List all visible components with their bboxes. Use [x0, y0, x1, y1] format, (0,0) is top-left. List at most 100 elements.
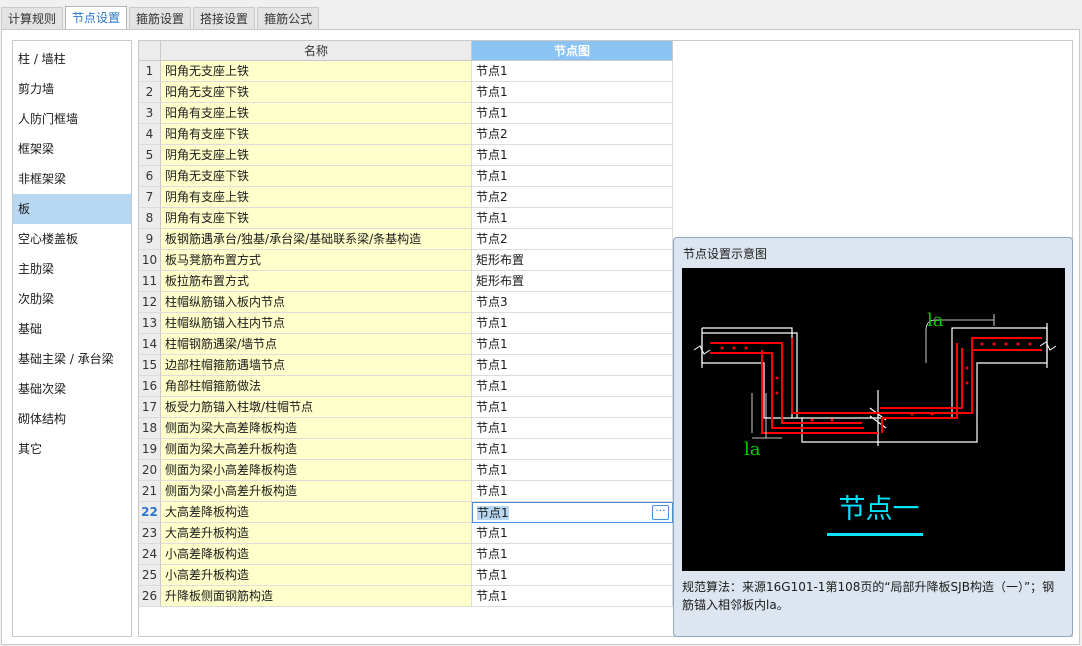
row-node-cell[interactable]: 节点1: [472, 61, 673, 82]
row-node-cell[interactable]: 节点1 ···: [472, 502, 673, 523]
sidebar-item[interactable]: 非框架梁: [13, 164, 131, 194]
row-name-cell[interactable]: 大高差升板构造: [161, 523, 472, 544]
row-number[interactable]: 20: [139, 460, 161, 481]
row-number[interactable]: 19: [139, 439, 161, 460]
row-node-cell[interactable]: 节点1: [472, 334, 673, 355]
table-row[interactable]: 10 板马凳筋布置方式 矩形布置: [139, 250, 673, 271]
row-name-cell[interactable]: 阳角无支座下铁: [161, 82, 472, 103]
sidebar-item[interactable]: 人防门框墙: [13, 104, 131, 134]
table-row[interactable]: 2 阳角无支座下铁 节点1: [139, 82, 673, 103]
row-name-cell[interactable]: 阳角有支座下铁: [161, 124, 472, 145]
table-row[interactable]: 13 柱帽纵筋锚入柱内节点 节点1: [139, 313, 673, 334]
row-node-cell[interactable]: 矩形布置: [472, 250, 673, 271]
row-name-cell[interactable]: 阳角无支座上铁: [161, 61, 472, 82]
tab-calc-rules[interactable]: 计算规则: [1, 7, 64, 30]
row-number[interactable]: 2: [139, 82, 161, 103]
sidebar-item[interactable]: 次肋梁: [13, 284, 131, 314]
row-number[interactable]: 10: [139, 250, 161, 271]
row-name-cell[interactable]: 阴角有支座上铁: [161, 187, 472, 208]
row-number[interactable]: 22: [139, 502, 161, 523]
table-row[interactable]: 5 阴角无支座上铁 节点1: [139, 145, 673, 166]
row-name-cell[interactable]: 侧面为梁大高差降板构造: [161, 418, 472, 439]
table-row[interactable]: 15 边部柱帽箍筋遇墙节点 节点1: [139, 355, 673, 376]
row-number[interactable]: 4: [139, 124, 161, 145]
row-node-cell[interactable]: 矩形布置: [472, 271, 673, 292]
row-number[interactable]: 17: [139, 397, 161, 418]
row-name-cell[interactable]: 阴角有支座下铁: [161, 208, 472, 229]
row-node-cell[interactable]: 节点2: [472, 187, 673, 208]
row-name-cell[interactable]: 板受力筋锚入柱墩/柱帽节点: [161, 397, 472, 418]
row-node-cell[interactable]: 节点1: [472, 481, 673, 502]
row-node-cell[interactable]: 节点1: [472, 145, 673, 166]
table-row[interactable]: 19 侧面为梁大高差升板构造 节点1: [139, 439, 673, 460]
sidebar-item[interactable]: 板: [13, 194, 131, 224]
sidebar-item[interactable]: 剪力墙: [13, 74, 131, 104]
row-name-cell[interactable]: 柱帽钢筋遇梁/墙节点: [161, 334, 472, 355]
row-name-cell[interactable]: 柱帽纵筋锚入柱内节点: [161, 313, 472, 334]
row-name-cell[interactable]: 板马凳筋布置方式: [161, 250, 472, 271]
table-row[interactable]: 16 角部柱帽箍筋做法 节点1: [139, 376, 673, 397]
row-name-cell[interactable]: 侧面为梁大高差升板构造: [161, 439, 472, 460]
table-row[interactable]: 8 阴角有支座下铁 节点1: [139, 208, 673, 229]
table-row[interactable]: 18 侧面为梁大高差降板构造 节点1: [139, 418, 673, 439]
table-row[interactable]: 3 阳角有支座上铁 节点1: [139, 103, 673, 124]
row-name-cell[interactable]: 侧面为梁小高差升板构造: [161, 481, 472, 502]
node-cell-editor-text[interactable]: 节点1: [477, 506, 509, 520]
table-row[interactable]: 20 侧面为梁小高差降板构造 节点1: [139, 460, 673, 481]
tab-stirrup-formula[interactable]: 箍筋公式: [257, 7, 320, 30]
table-row[interactable]: 17 板受力筋锚入柱墩/柱帽节点 节点1: [139, 397, 673, 418]
row-node-cell[interactable]: 节点1: [472, 376, 673, 397]
sidebar-item[interactable]: 柱 / 墙柱: [13, 44, 131, 74]
sidebar-item[interactable]: 框架梁: [13, 134, 131, 164]
table-row[interactable]: 21 侧面为梁小高差升板构造 节点1: [139, 481, 673, 502]
row-node-cell[interactable]: 节点1: [472, 544, 673, 565]
row-name-cell[interactable]: 阴角无支座下铁: [161, 166, 472, 187]
sidebar-item[interactable]: 基础次梁: [13, 374, 131, 404]
row-node-cell[interactable]: 节点1: [472, 208, 673, 229]
tab-lap-settings[interactable]: 搭接设置: [193, 7, 256, 30]
table-row[interactable]: 7 阴角有支座上铁 节点2: [139, 187, 673, 208]
table-row[interactable]: 25 小高差升板构造 节点1: [139, 565, 673, 586]
row-node-cell[interactable]: 节点1: [472, 586, 673, 607]
sidebar-item[interactable]: 空心楼盖板: [13, 224, 131, 254]
row-number[interactable]: 5: [139, 145, 161, 166]
row-number[interactable]: 26: [139, 586, 161, 607]
row-node-cell[interactable]: 节点1: [472, 355, 673, 376]
row-number[interactable]: 25: [139, 565, 161, 586]
sidebar-item[interactable]: 主肋梁: [13, 254, 131, 284]
sidebar-item[interactable]: 基础主梁 / 承台梁: [13, 344, 131, 374]
row-number[interactable]: 9: [139, 229, 161, 250]
table-row[interactable]: 11 板拉筋布置方式 矩形布置: [139, 271, 673, 292]
tab-stirrup-settings[interactable]: 箍筋设置: [129, 7, 192, 30]
table-row[interactable]: 22 大高差降板构造 节点1 ···: [139, 502, 673, 523]
column-header-node[interactable]: 节点图: [472, 41, 673, 61]
row-number[interactable]: 13: [139, 313, 161, 334]
tab-node-settings[interactable]: 节点设置: [65, 6, 128, 30]
row-number[interactable]: 15: [139, 355, 161, 376]
row-name-cell[interactable]: 角部柱帽箍筋做法: [161, 376, 472, 397]
row-number[interactable]: 21: [139, 481, 161, 502]
row-node-cell[interactable]: 节点1: [472, 166, 673, 187]
row-node-cell[interactable]: 节点1: [472, 82, 673, 103]
table-row[interactable]: 1 阳角无支座上铁 节点1: [139, 61, 673, 82]
table-row[interactable]: 9 板钢筋遇承台/独基/承台梁/基础联系梁/条基构造 节点2: [139, 229, 673, 250]
row-name-cell[interactable]: 大高差降板构造: [161, 502, 472, 523]
table-row[interactable]: 26 升降板侧面钢筋构造 节点1: [139, 586, 673, 607]
sidebar-item[interactable]: 其它: [13, 434, 131, 464]
row-node-cell[interactable]: 节点1: [472, 103, 673, 124]
row-name-cell[interactable]: 侧面为梁小高差降板构造: [161, 460, 472, 481]
row-node-cell[interactable]: 节点3: [472, 292, 673, 313]
row-node-cell[interactable]: 节点1: [472, 418, 673, 439]
row-number[interactable]: 11: [139, 271, 161, 292]
row-number[interactable]: 14: [139, 334, 161, 355]
sidebar-item[interactable]: 基础: [13, 314, 131, 344]
row-number[interactable]: 6: [139, 166, 161, 187]
row-name-cell[interactable]: 阴角无支座上铁: [161, 145, 472, 166]
row-node-cell[interactable]: 节点1: [472, 565, 673, 586]
row-node-cell[interactable]: 节点1: [472, 460, 673, 481]
row-name-cell[interactable]: 升降板侧面钢筋构造: [161, 586, 472, 607]
row-node-cell[interactable]: 节点1: [472, 439, 673, 460]
row-node-cell[interactable]: 节点2: [472, 124, 673, 145]
row-number[interactable]: 16: [139, 376, 161, 397]
table-row[interactable]: 6 阴角无支座下铁 节点1: [139, 166, 673, 187]
